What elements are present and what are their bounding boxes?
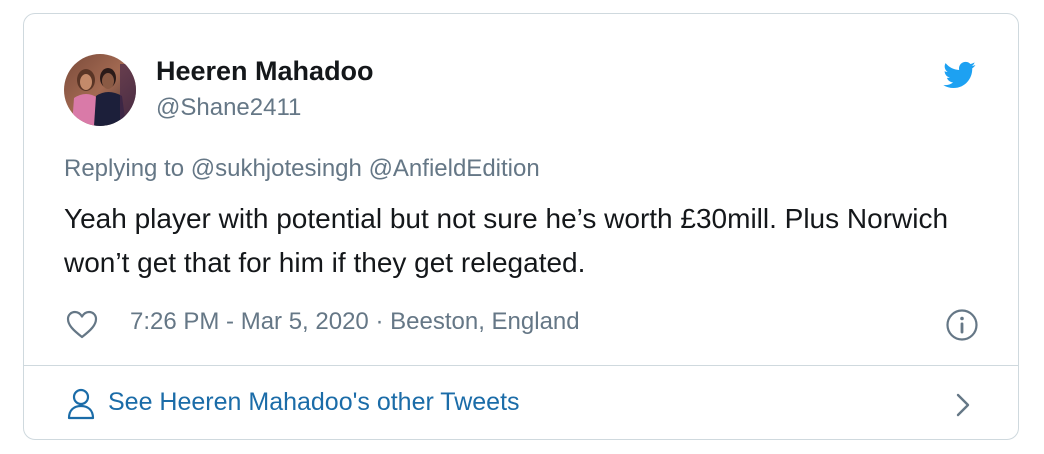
replying-prefix: Replying to — [64, 155, 185, 182]
tweet-text: Yeah player with potential but not sure … — [64, 203, 949, 278]
twitter-bird-icon[interactable] — [940, 58, 978, 92]
tweet-card: Heeren Mahadoo @Shane2411 Replying to @s… — [23, 13, 1019, 440]
heart-icon[interactable] — [66, 310, 98, 340]
avatar-photo — [64, 54, 136, 126]
avatar[interactable] — [64, 54, 136, 126]
tweet-location[interactable]: Beeston, England — [390, 308, 579, 335]
tweet-meta: 7:26 PM - Mar 5, 2020 · Beeston, England — [130, 308, 580, 336]
see-other-tweets-link[interactable]: See Heeren Mahadoo's other Tweets — [24, 366, 1018, 441]
info-icon[interactable] — [945, 308, 979, 342]
see-other-tweets-label: See Heeren Mahadoo's other Tweets — [108, 388, 520, 416]
replying-to: Replying to @sukhjotesingh @AnfieldEditi… — [64, 155, 540, 183]
mention-link[interactable]: @AnfieldEdition — [369, 155, 540, 182]
tweet-timestamp[interactable]: 7:26 PM - Mar 5, 2020 — [130, 308, 369, 335]
mention-link[interactable]: @sukhjotesingh — [191, 155, 362, 182]
author-handle[interactable]: @Shane2411 — [156, 94, 301, 122]
author-name[interactable]: Heeren Mahadoo — [156, 56, 374, 87]
meta-separator: · — [375, 308, 384, 335]
chevron-right-icon — [954, 392, 972, 418]
person-icon — [66, 388, 96, 420]
